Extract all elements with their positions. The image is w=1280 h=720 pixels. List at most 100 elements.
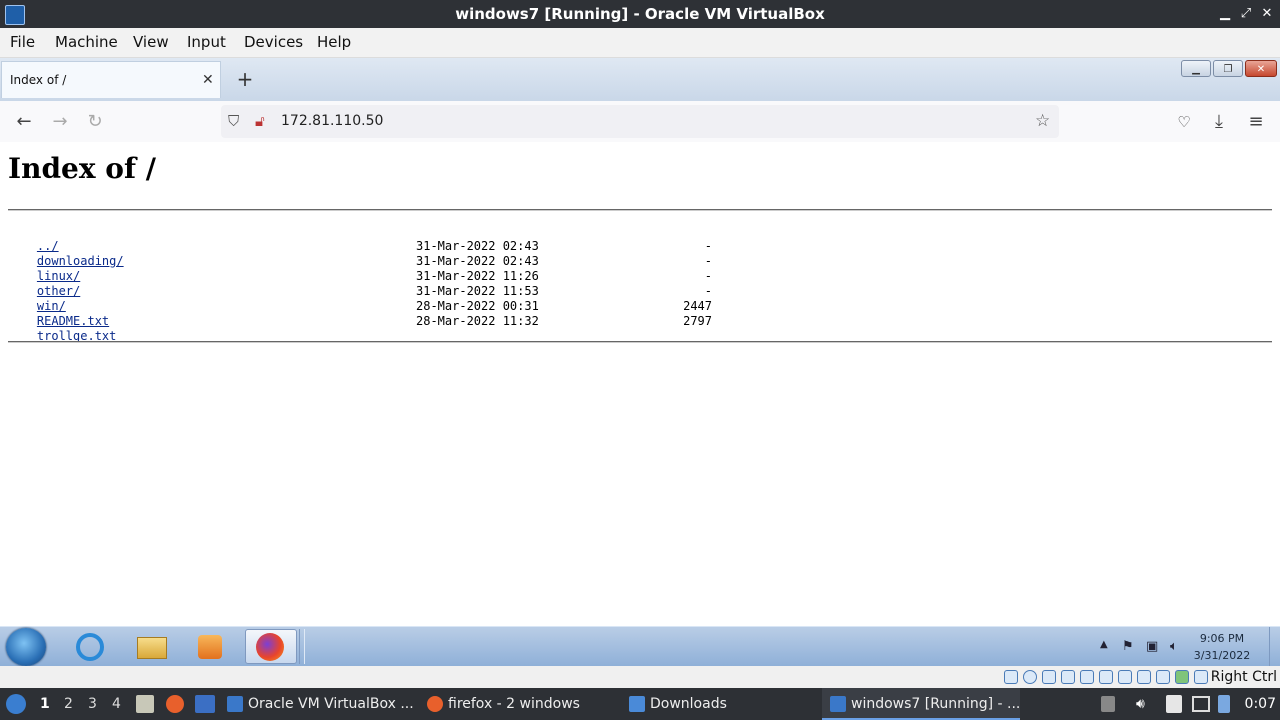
url-bar[interactable]: ⛉ 🔓︎ 172.81.110.50 ☆ [221, 105, 1059, 138]
list-item: downloading/ 31-Mar-2022 02:43 - [8, 239, 712, 268]
windows-taskbar: ▲ ⚑ ▣ 🔈︎ 9:06 PM 3/31/2022 [0, 626, 1280, 666]
tray-display-icon[interactable] [1192, 696, 1210, 712]
cpu-icon[interactable] [1156, 670, 1170, 684]
tab-close-icon[interactable]: ✕ [202, 62, 214, 99]
guest-close-icon[interactable]: ✕ [1245, 60, 1277, 77]
menu-machine[interactable]: Machine [55, 28, 118, 57]
entry-size: - [704, 269, 712, 283]
taskbar-separator [299, 629, 305, 664]
task-label: firefox - 2 windows [448, 696, 580, 712]
minimize-icon[interactable]: ▁ [1216, 4, 1234, 24]
tray-upload-icon[interactable] [1101, 696, 1115, 712]
pocket-icon[interactable]: ♡ [1169, 107, 1199, 137]
entry-size: - [704, 284, 712, 298]
host-key-label: Right Ctrl [1210, 669, 1277, 685]
workspace-1[interactable]: 1 [40, 688, 50, 720]
vbox-menu-bar: File Machine View Input Devices Help [0, 28, 1280, 58]
browser-tab-strip: Index of / ✕ + ▁ ❐ ✕ [0, 58, 1280, 101]
new-tab-icon[interactable]: + [234, 64, 256, 94]
recording-icon[interactable] [1137, 670, 1151, 684]
list-item: linux/ 31-Mar-2022 02:43 - [8, 254, 712, 283]
tray-volume-icon[interactable]: 🔊︎ [1136, 696, 1152, 712]
virtualbox-icon [830, 696, 846, 712]
folder-icon [629, 696, 645, 712]
list-item: trollge.txt 28-Mar-2022 11:32 2797 [8, 314, 712, 343]
browser-tab[interactable]: Index of / ✕ [1, 61, 221, 98]
forward-icon[interactable]: → [45, 107, 75, 137]
menu-devices[interactable]: Devices [244, 28, 303, 57]
task-label: windows7 [Running] - ... [851, 696, 1021, 712]
network-adapter-icon[interactable] [1061, 670, 1075, 684]
list-item: README.txt 28-Mar-2022 00:31 2447 [8, 299, 712, 328]
usb-icon[interactable] [1080, 670, 1094, 684]
entry-date: 31-Mar-2022 11:26 [416, 269, 539, 283]
desktop-launcher-icon[interactable] [195, 695, 215, 713]
clock-time[interactable]: 9:06 PM [1187, 632, 1257, 645]
tray-battery-icon[interactable] [1218, 695, 1230, 713]
entry-size: 2447 [683, 299, 712, 313]
task-downloads[interactable]: Downloads [629, 688, 727, 720]
divider-top [8, 209, 1272, 211]
shield-icon[interactable]: ⛉ [228, 105, 239, 138]
host-panel: 1 2 3 4 Oracle VM VirtualBox ... firefox… [0, 688, 1280, 720]
entry-date: 31-Mar-2022 02:43 [416, 239, 539, 253]
mouse-integration-icon[interactable] [1175, 670, 1189, 684]
tab-title: Index of / [10, 73, 67, 87]
file-explorer-icon[interactable] [125, 629, 177, 664]
display-icon[interactable] [1118, 670, 1132, 684]
back-icon[interactable]: ← [9, 107, 39, 137]
virtualbox-icon [227, 696, 243, 712]
internet-explorer-icon[interactable] [64, 629, 116, 664]
restore-icon[interactable]: ⤢ [1237, 4, 1255, 24]
action-center-flag-icon[interactable]: ⚑ [1122, 639, 1134, 654]
task-windows7-vm[interactable]: windows7 [Running] - ... [822, 688, 1020, 720]
task-virtualbox-manager[interactable]: Oracle VM VirtualBox ... [227, 688, 414, 720]
optical-drive-icon[interactable] [1023, 670, 1037, 684]
audio-icon[interactable] [1042, 670, 1056, 684]
file-manager-launcher-icon[interactable] [136, 695, 154, 713]
menu-icon[interactable]: ≡ [1241, 107, 1271, 137]
reload-icon[interactable]: ↻ [80, 107, 110, 137]
entry-date: 31-Mar-2022 02:43 [416, 254, 539, 268]
keyboard-capture-icon[interactable] [1194, 670, 1208, 684]
url-text[interactable]: 172.81.110.50 [281, 105, 383, 138]
clock-date[interactable]: 3/31/2022 [1187, 649, 1257, 662]
workspace-2[interactable]: 2 [64, 688, 73, 720]
hard-disk-icon[interactable] [1004, 670, 1018, 684]
list-item: other/ 31-Mar-2022 11:26 - [8, 269, 712, 298]
list-item: ../ [8, 224, 59, 253]
shared-folders-icon[interactable] [1099, 670, 1113, 684]
entry-date: 28-Mar-2022 00:31 [416, 299, 539, 313]
menu-view[interactable]: View [133, 28, 169, 57]
task-label: Oracle VM VirtualBox ... [248, 696, 414, 712]
page-content: Index of / ../ downloading/ 31-Mar-2022 … [0, 142, 1280, 626]
workspace-4[interactable]: 4 [112, 688, 121, 720]
page-title: Index of / [8, 152, 156, 185]
show-desktop-button[interactable] [1269, 627, 1280, 666]
download-icon[interactable]: ⤓ [1204, 107, 1234, 137]
volume-icon[interactable]: 🔈︎ [1170, 639, 1178, 654]
menu-help[interactable]: Help [317, 28, 351, 57]
menu-input[interactable]: Input [187, 28, 226, 57]
show-hidden-icons-icon[interactable]: ▲ [1100, 639, 1108, 650]
host-clock[interactable]: 0:07 [1245, 688, 1276, 720]
close-icon[interactable]: ✕ [1258, 4, 1276, 24]
window-title: windows7 [Running] - Oracle VM VirtualBo… [455, 5, 825, 23]
guest-minimize-icon[interactable]: ▁ [1181, 60, 1211, 77]
vbox-title-bar: windows7 [Running] - Oracle VM VirtualBo… [0, 0, 1280, 28]
menu-file[interactable]: File [10, 28, 35, 57]
firefox-launcher-icon[interactable] [166, 695, 184, 713]
bookmark-star-icon[interactable]: ☆ [1035, 105, 1050, 138]
media-player-icon[interactable] [184, 629, 236, 664]
browser-nav-bar: ← → ↻ ⛉ 🔓︎ 172.81.110.50 ☆ ♡ ⤓ ≡ [0, 101, 1280, 143]
network-icon[interactable]: ▣ [1146, 639, 1158, 654]
tray-clipboard-icon[interactable] [1166, 695, 1182, 713]
firefox-taskbar-icon[interactable] [245, 629, 297, 664]
host-menu-icon[interactable] [6, 694, 26, 714]
windows-start-icon[interactable] [6, 628, 46, 666]
task-firefox[interactable]: firefox - 2 windows [427, 688, 580, 720]
guest-restore-icon[interactable]: ❐ [1213, 60, 1243, 77]
firefox-icon [427, 696, 443, 712]
insecure-lock-icon[interactable]: 🔓︎ [255, 105, 265, 138]
workspace-3[interactable]: 3 [88, 688, 97, 720]
